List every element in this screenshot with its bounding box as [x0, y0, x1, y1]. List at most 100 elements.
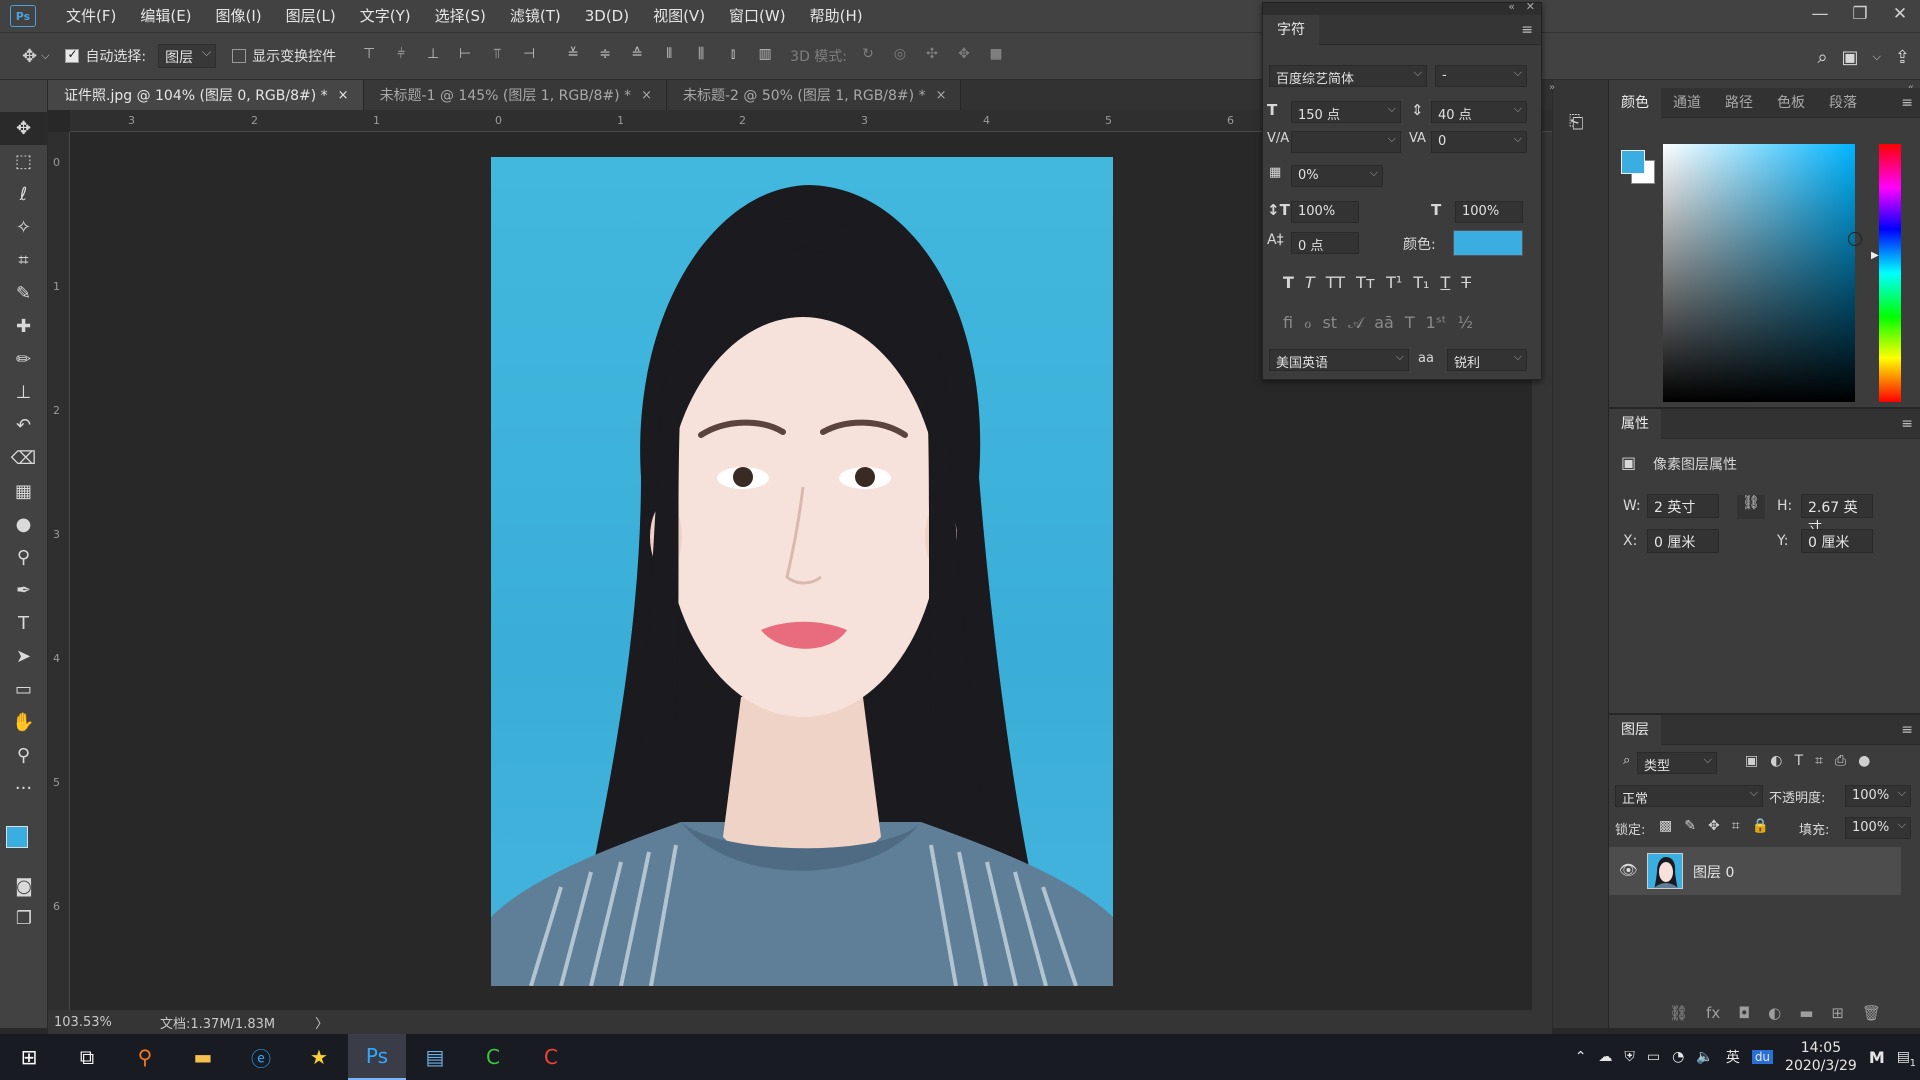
hue-slider-handle[interactable]: ▶ [1871, 250, 1879, 261]
share-icon[interactable]: ⇪ [1895, 47, 1910, 68]
close-icon[interactable]: ✕ [1526, 0, 1535, 13]
volume-icon[interactable]: 🔈 [1696, 1049, 1713, 1065]
slide-3d-icon[interactable]: ✥ [953, 46, 975, 66]
small-caps-icon[interactable]: Tᴛ [1356, 273, 1375, 292]
camtasia-green-icon[interactable]: C [464, 1034, 522, 1080]
screen-mode-icon[interactable]: ❐ [0, 902, 48, 935]
orbit-3d-icon[interactable]: ↻ [857, 46, 879, 66]
fractions-icon[interactable]: ½ [1457, 313, 1473, 333]
align-vcenter-icon[interactable]: ⫩ [390, 46, 412, 66]
lock-position-icon[interactable]: ✥ [1708, 818, 1720, 834]
security-icon[interactable]: ⛨ [1624, 1049, 1635, 1065]
browser-icon[interactable]: ⓔ [232, 1034, 290, 1080]
superscript-icon[interactable]: T¹ [1386, 273, 1402, 292]
filter-adjustment-icon[interactable]: ◐ [1770, 753, 1782, 769]
battery-icon[interactable]: ▭ [1647, 1049, 1660, 1065]
tsume-field[interactable]: 0% [1291, 165, 1383, 187]
magic-wand-tool-icon[interactable]: ✧ [0, 211, 47, 244]
align-bottom-icon[interactable]: ⊥ [422, 46, 444, 66]
network-app-icon[interactable]: ☁ [1598, 1049, 1612, 1065]
photoshop-taskbar-icon[interactable]: Ps [348, 1034, 406, 1080]
hand-tool-icon[interactable]: ✋ [0, 706, 47, 739]
distribute-hcenter-icon[interactable]: ⫼ [690, 46, 712, 66]
menu-edit[interactable]: 编辑(E) [128, 0, 203, 32]
notification-icon[interactable]: ▤ 1 [1897, 1049, 1916, 1069]
pen-tool-icon[interactable]: ✒ [0, 574, 47, 607]
foreground-color-swatch[interactable] [6, 826, 28, 848]
tab-channels[interactable]: 通道 [1661, 88, 1713, 118]
tracking-field[interactable]: 0 [1431, 131, 1527, 153]
search-icon[interactable]: ⌕ [1817, 47, 1827, 68]
move-tool-icon[interactable]: ✥ [0, 112, 47, 145]
restore-button[interactable]: ❐ [1840, 0, 1880, 28]
marquee-tool-icon[interactable]: ⬚ [0, 145, 47, 178]
tab-document-3[interactable]: 未标题-2 @ 50% (图层 1, RGB/8#) * × [666, 80, 962, 110]
antialias-select[interactable]: 锐利 [1447, 349, 1527, 371]
auto-select-dropdown[interactable]: 图层 [158, 44, 217, 68]
camera-3d-icon[interactable]: ■ [985, 46, 1007, 66]
discretionary-ligature-icon[interactable]: st [1322, 313, 1337, 333]
filter-type-icon[interactable]: T [1794, 753, 1803, 769]
fx-icon[interactable]: fx [1706, 1004, 1720, 1022]
layer-filter-select[interactable]: 类型 [1637, 752, 1717, 774]
dodge-tool-icon[interactable]: ⚲ [0, 541, 47, 574]
panel-titlebar[interactable]: « ✕ [1263, 0, 1541, 15]
file-explorer-icon[interactable]: ▬ [174, 1034, 232, 1080]
strikethrough-icon[interactable]: T [1461, 273, 1471, 292]
language-select[interactable]: 美国英语 [1269, 349, 1409, 371]
chevron-down-icon[interactable]: ⌵ [1873, 50, 1881, 64]
stylistic-alternates-icon[interactable]: aā [1374, 313, 1394, 333]
ligature-icon[interactable]: ﬁ [1283, 313, 1293, 333]
font-size-field[interactable]: 150 点 [1291, 101, 1401, 123]
distribute-bottom-icon[interactable]: ≙ [626, 46, 648, 66]
auto-select-checkbox[interactable] [65, 47, 80, 63]
link-layers-icon[interactable]: ⛓ [1669, 1004, 1688, 1022]
status-menu-arrow[interactable]: 〉 [315, 1013, 328, 1032]
tab-paths[interactable]: 路径 [1713, 88, 1765, 118]
underline-icon[interactable]: T [1440, 273, 1450, 292]
swash-icon[interactable]: 𝒜 [1348, 313, 1363, 333]
height-field[interactable]: 2.67 英寸 [1801, 494, 1873, 536]
filter-toggle-icon[interactable]: ● [1858, 753, 1870, 769]
menu-type[interactable]: 文字(Y) [348, 0, 423, 32]
archive-app-icon[interactable]: ▤ [406, 1034, 464, 1080]
blur-tool-icon[interactable]: ● [0, 508, 47, 541]
color-picker-field[interactable] [1663, 144, 1862, 402]
foreground-color-swatch[interactable] [1621, 150, 1645, 174]
brush-tool-icon[interactable]: ✏ [0, 343, 47, 376]
vertical-scale-field[interactable]: 100% [1291, 201, 1359, 223]
clock[interactable]: 14:05 2020/3/29 [1785, 1039, 1857, 1075]
align-right-icon[interactable]: ⊣ [518, 46, 540, 66]
menu-layer[interactable]: 图层(L) [274, 0, 348, 32]
path-selection-tool-icon[interactable]: ➤ [0, 640, 47, 673]
move-tool-icon[interactable]: ✥ [22, 46, 37, 67]
favorites-app-icon[interactable]: ★ [290, 1034, 348, 1080]
color-picker-handle[interactable] [1848, 232, 1862, 246]
x-field[interactable]: 0 厘米 [1647, 529, 1719, 553]
search-icon[interactable]: ⚲ [116, 1034, 174, 1080]
clone-stamp-tool-icon[interactable]: ⊥ [0, 376, 47, 409]
menu-help[interactable]: 帮助(H) [798, 0, 875, 32]
leading-field[interactable]: 40 点 [1431, 101, 1527, 123]
tab-swatches[interactable]: 色板 [1765, 88, 1817, 118]
auto-align-icon[interactable]: ▥ [754, 46, 776, 66]
zoom-level[interactable]: 103.53% [48, 1015, 160, 1030]
tab-document-1[interactable]: 证件照.jpg @ 104% (图层 0, RGB/8#) * × [48, 80, 364, 110]
baseline-shift-field[interactable]: 0 点 [1291, 232, 1359, 254]
font-style-select[interactable]: - [1435, 65, 1527, 87]
tab-character[interactable]: 字符 [1263, 14, 1319, 45]
lock-transparency-icon[interactable]: ▩ [1659, 818, 1672, 834]
close-icon[interactable]: × [936, 88, 947, 103]
roll-3d-icon[interactable]: ◎ [889, 46, 911, 66]
add-mask-icon[interactable]: ◘ [1738, 1004, 1750, 1022]
type-tool-icon[interactable]: T [0, 607, 47, 640]
tab-properties[interactable]: 属性 [1609, 408, 1661, 439]
lasso-tool-icon[interactable]: ℓ [0, 178, 47, 211]
hue-slider[interactable] [1879, 144, 1901, 402]
eye-icon[interactable]: 👁 [1619, 861, 1638, 879]
tab-color[interactable]: 颜色 [1609, 87, 1661, 118]
ordinals-icon[interactable]: 1ˢᵗ [1426, 313, 1447, 333]
minimize-button[interactable]: — [1800, 0, 1840, 28]
panel-menu-icon[interactable]: ≡ [1901, 95, 1913, 111]
history-brush-tool-icon[interactable]: ↶ [0, 409, 47, 442]
